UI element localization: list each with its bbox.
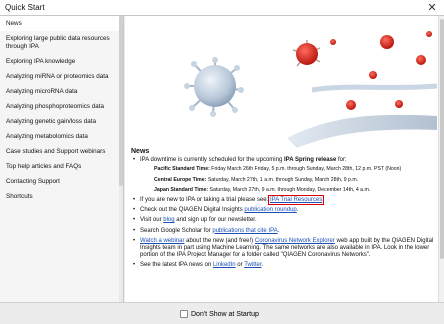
sidebar-item[interactable]: Top help articles and FAQs bbox=[0, 159, 123, 174]
sidebar-item[interactable]: News bbox=[0, 16, 123, 31]
social-text: See the latest IPA news on bbox=[140, 262, 213, 269]
social-or: or bbox=[235, 262, 245, 269]
sidebar-item[interactable]: Shortcuts bbox=[0, 189, 123, 204]
central-time: Saturday, March 27th, 1 a.m. through Sun… bbox=[206, 176, 359, 183]
trial-text: If you are new to IPA or taking a trial … bbox=[140, 197, 270, 204]
news-section: News IPA downtime is currently scheduled… bbox=[131, 148, 437, 273]
content-scroll-thumb[interactable] bbox=[440, 19, 444, 259]
downtime-suffix: for: bbox=[336, 157, 347, 164]
news-item-blog: Visit our blog and sign up for our newsl… bbox=[131, 217, 437, 224]
window-titlebar: Quick Start ✕ bbox=[0, 0, 444, 16]
news-list: IPA downtime is currently scheduled for … bbox=[131, 157, 437, 270]
coronavirus-explorer-link[interactable]: Coronavirus Network Explorer bbox=[255, 238, 335, 244]
sidebar-item[interactable]: Analyzing microRNA data bbox=[0, 84, 123, 99]
news-item-roundup: Check out the QIAGEN Digital Insights pu… bbox=[131, 207, 437, 214]
footer-bar: Don't Show at Startup bbox=[0, 302, 444, 324]
sidebar-item[interactable]: Contacting Support bbox=[0, 174, 123, 189]
release-name: IPA Spring release bbox=[283, 157, 337, 164]
trial-resources-link[interactable]: IPA Trial Resources bbox=[267, 195, 325, 206]
downtime-text: IPA downtime is currently scheduled for … bbox=[140, 157, 284, 164]
japan-time: Saturday, March 27th, 9 a.m. through Mon… bbox=[208, 186, 371, 193]
news-item-social: See the latest IPA news on LinkedIn or T… bbox=[131, 262, 437, 269]
pacific-label: Pacific Standard Time: bbox=[154, 166, 210, 173]
content-scrollbar[interactable] bbox=[438, 16, 444, 302]
scholar-suffix: . bbox=[277, 227, 280, 234]
dont-show-toggle[interactable]: Don't Show at Startup bbox=[180, 308, 259, 320]
news-panel: News IPA downtime is currently scheduled… bbox=[125, 16, 444, 302]
sidebar-item[interactable]: Analyzing miRNA or proteomics data bbox=[0, 69, 123, 84]
sidebar-item[interactable]: Exploring IPA knowledge bbox=[0, 54, 123, 69]
blog-link[interactable]: blog bbox=[163, 217, 174, 223]
linkedin-link[interactable]: LinkedIn bbox=[213, 262, 236, 268]
sidebar-item[interactable]: Case studies and Support webinars bbox=[0, 144, 123, 159]
downtime-schedule: Pacific Standard Time: Friday March 26th… bbox=[140, 166, 437, 194]
publications-cite-link[interactable]: publications that cite IPA bbox=[212, 228, 277, 234]
news-item-scholar: Search Google Scholar for publications t… bbox=[131, 228, 437, 235]
trial-suffix: . bbox=[322, 197, 324, 204]
social-suffix: . bbox=[261, 262, 264, 269]
schedule-central: Central Europe Time: Saturday, March 27t… bbox=[154, 177, 437, 184]
topic-list: News Exploring large public data resource… bbox=[0, 16, 123, 204]
pacific-time: Friday March 26th Friday, 5 p.m. through… bbox=[209, 166, 402, 173]
news-item-webinar: Watch a webinar about the new (and free!… bbox=[131, 238, 437, 260]
twitter-link[interactable]: Twitter bbox=[244, 262, 261, 268]
sidebar-item[interactable]: Analyzing phosphoproteomics data bbox=[0, 99, 123, 114]
close-icon[interactable]: ✕ bbox=[425, 1, 439, 15]
blog-text: Visit our bbox=[140, 217, 164, 224]
sidebar-item[interactable]: Exploring large public data resources th… bbox=[0, 31, 123, 54]
central-label: Central Europe Time: bbox=[154, 176, 207, 183]
topic-sidebar: News Exploring large public data resource… bbox=[0, 16, 124, 302]
sidebar-item[interactable]: Analyzing metabolomics data bbox=[0, 129, 123, 144]
news-item-trial: If you are new to IPA or taking a trial … bbox=[131, 195, 437, 206]
virus-banner-image bbox=[137, 20, 437, 148]
webinar-link[interactable]: Watch a webinar bbox=[140, 238, 184, 244]
sidebar-scroll-thumb[interactable] bbox=[119, 16, 123, 186]
sidebar-scrollbar[interactable] bbox=[119, 16, 123, 302]
scholar-text: Search Google Scholar for bbox=[140, 227, 213, 234]
japan-label: Japan Standard Time: bbox=[154, 186, 209, 193]
window-title: Quick Start bbox=[5, 3, 45, 12]
dont-show-label: Don't Show at Startup bbox=[191, 310, 259, 318]
news-item-downtime: IPA downtime is currently scheduled for … bbox=[131, 157, 437, 194]
dont-show-checkbox[interactable] bbox=[180, 310, 188, 318]
sidebar-item[interactable]: Analyzing genetic gain/loss data bbox=[0, 114, 123, 129]
roundup-suffix: . bbox=[296, 207, 299, 214]
news-heading: News bbox=[131, 148, 150, 155]
schedule-japan: Japan Standard Time: Saturday, March 27t… bbox=[154, 187, 437, 194]
blog-suffix: and sign up for our newsletter. bbox=[174, 217, 257, 224]
schedule-pacific: Pacific Standard Time: Friday March 26th… bbox=[154, 166, 437, 173]
publication-roundup-link[interactable]: publication roundup bbox=[244, 207, 296, 213]
webinar-text: about the new (and free!) bbox=[184, 237, 255, 244]
roundup-text: Check out the QIAGEN Digital Insights bbox=[140, 207, 245, 214]
